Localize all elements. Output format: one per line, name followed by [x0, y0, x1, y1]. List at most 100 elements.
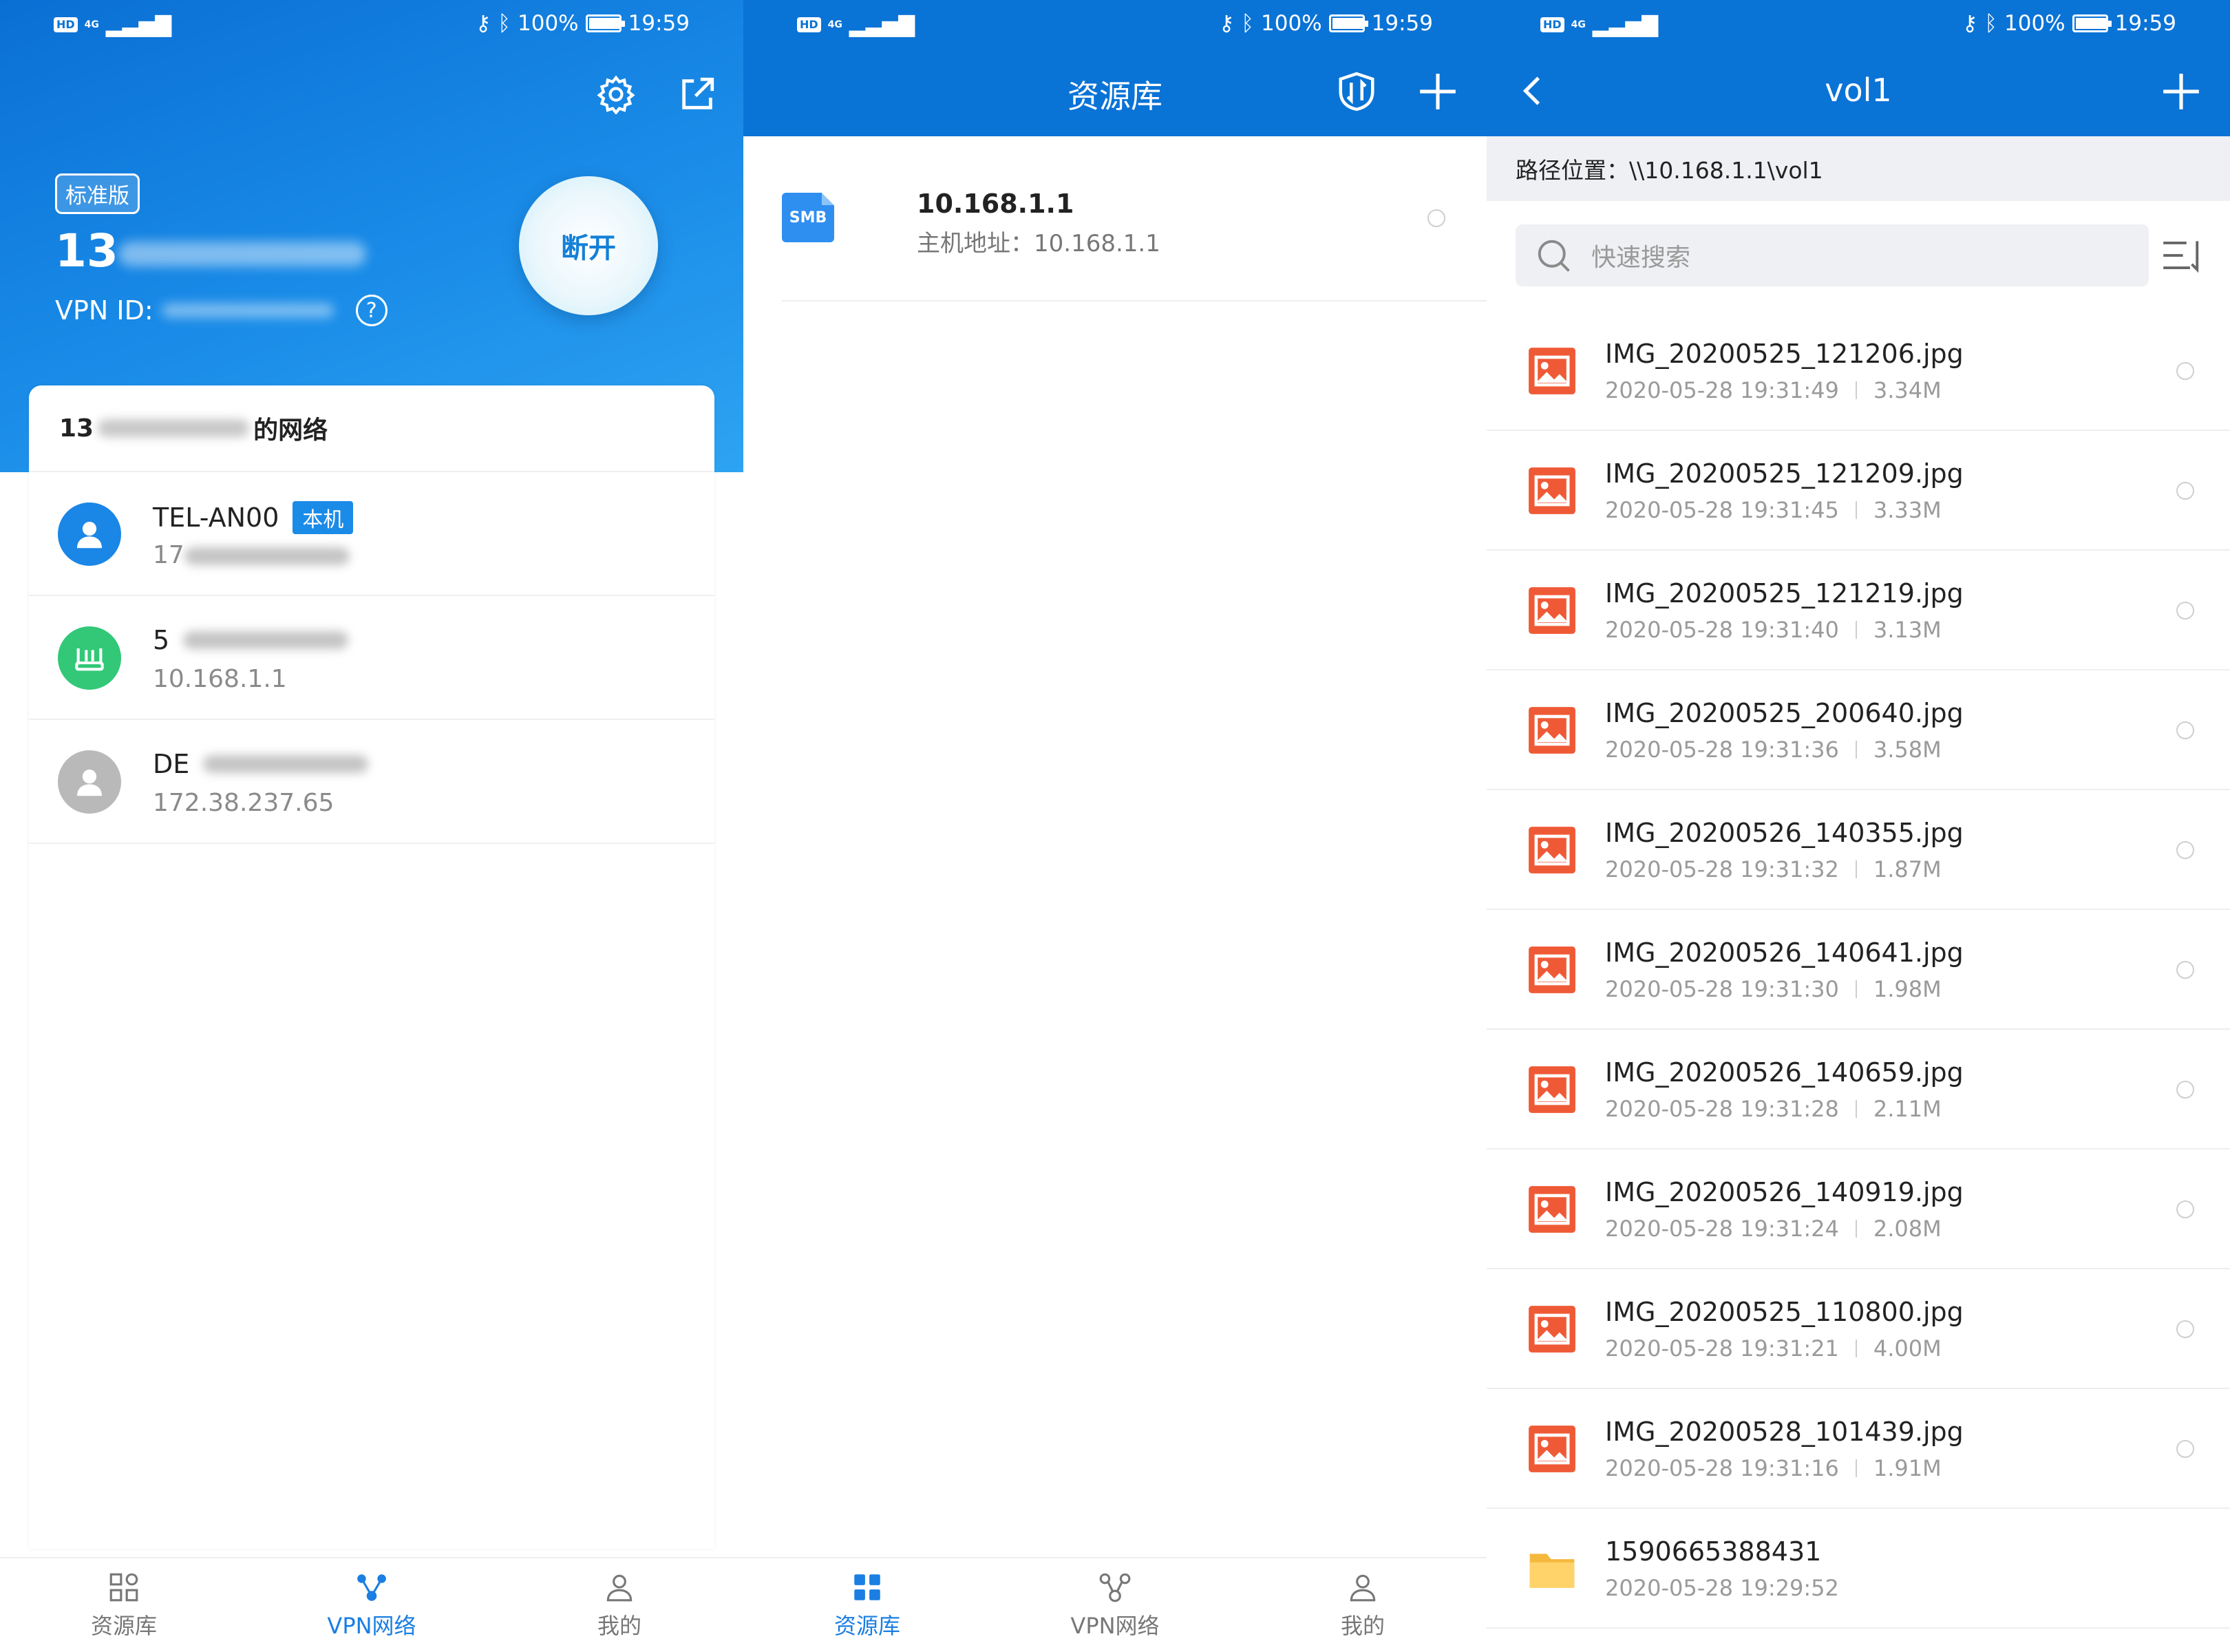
edition-badge: 标准版: [55, 173, 140, 214]
user-icon: [1350, 1574, 1376, 1602]
file-date: 2020-05-28 19:31:45: [1605, 497, 1839, 523]
select-radio[interactable]: [2176, 1081, 2194, 1099]
resource-name: 10.168.1.1: [917, 189, 1074, 219]
network-icon: [1099, 1573, 1131, 1602]
select-radio[interactable]: [2176, 1200, 2194, 1218]
file-date: 2020-05-28 19:31:32: [1605, 856, 1839, 882]
tab-mine[interactable]: 我的: [1239, 1558, 1487, 1652]
select-radio[interactable]: [2176, 362, 2194, 380]
file-date: 2020-05-28 19:31:21: [1605, 1335, 1839, 1362]
file-name: IMG_20200525_110800.jpg: [1605, 1297, 1964, 1327]
transfer-icon[interactable]: [1335, 70, 1378, 113]
bluetooth-icon: ᛒ: [498, 11, 511, 36]
account-number: 13: [55, 224, 366, 277]
file-size: 2.11M: [1873, 1096, 1942, 1122]
file-name: IMG_20200526_140659.jpg: [1605, 1057, 1964, 1088]
file-size: 3.34M: [1873, 377, 1942, 403]
folder-icon: [1529, 1554, 1575, 1588]
status-bar: HD 4G ▂▃▅▇ ⚷ ᛒ 100% 19:59: [1487, 0, 2230, 50]
select-radio[interactable]: [2176, 721, 2194, 739]
file-date: 2020-05-28 19:31:49: [1605, 377, 1839, 403]
device-name: DE: [153, 749, 190, 779]
network-title: 13 的网络: [29, 385, 714, 472]
hd-badge: HD: [797, 17, 821, 32]
file-name: IMG_20200526_140919.jpg: [1605, 1177, 1964, 1207]
image-file-icon: [1529, 1426, 1575, 1472]
tab-vpn-network[interactable]: VPN网络: [991, 1558, 1239, 1652]
this-device-tag: 本机: [293, 501, 354, 534]
file-row[interactable]: IMG_20200525_121209.jpg 2020-05-28 19:31:…: [1487, 431, 2230, 551]
file-name: IMG_20200525_121206.jpg: [1605, 339, 1964, 369]
file-row[interactable]: IMG_20200526_140919.jpg 2020-05-28 19:31:…: [1487, 1150, 2230, 1269]
image-file-icon: [1529, 467, 1575, 514]
bottom-tab-bar: 资源库 VPN网络 我的: [0, 1557, 743, 1652]
select-radio[interactable]: [2176, 602, 2194, 620]
folder-date: 2020-05-28 19:29:52: [1605, 1575, 1839, 1601]
battery-icon: [585, 14, 625, 32]
image-file-icon: [1529, 1306, 1575, 1353]
signal-bars-icon: ▂▃▅▇: [849, 12, 915, 37]
device-row[interactable]: 5 10.168.1.1: [29, 596, 714, 720]
battery-percent: 100%: [1261, 11, 1322, 36]
tab-library[interactable]: 资源库: [743, 1558, 991, 1652]
select-radio[interactable]: [2176, 1320, 2194, 1338]
file-row[interactable]: IMG_20200525_121206.jpg 2020-05-28 19:31:…: [1487, 311, 2230, 431]
device-row[interactable]: DE 172.38.237.65: [29, 720, 714, 844]
user-avatar-icon: [58, 502, 121, 566]
image-file-icon: [1529, 1186, 1575, 1233]
hd-badge: HD: [1540, 17, 1564, 32]
file-row[interactable]: IMG_20200526_140641.jpg 2020-05-28 19:31:…: [1487, 910, 2230, 1030]
file-row[interactable]: IMG_20200526_140355.jpg 2020-05-28 19:31:…: [1487, 790, 2230, 910]
key-icon: ⚷: [1218, 11, 1235, 36]
share-icon[interactable]: [677, 74, 717, 114]
search-input[interactable]: 快速搜索: [1516, 224, 2149, 286]
signal-bars-icon: ▂▃▅▇: [105, 12, 172, 37]
disconnect-button[interactable]: 断开: [519, 176, 658, 315]
file-meta: 2020-05-28 19:31:28 2.11M: [1605, 1096, 1942, 1122]
file-row[interactable]: IMG_20200525_200640.jpg 2020-05-28 19:31:…: [1487, 670, 2230, 790]
select-radio[interactable]: [2176, 961, 2194, 979]
user-icon: [606, 1574, 633, 1602]
file-date: 2020-05-28 19:31:36: [1605, 737, 1839, 763]
hd-badge: HD: [54, 17, 78, 32]
file-meta: 2020-05-28 19:31:32 1.87M: [1605, 856, 1942, 882]
plus-icon[interactable]: [2160, 70, 2202, 113]
sort-icon[interactable]: [2160, 234, 2202, 277]
tab-vpn-network[interactable]: VPN网络: [248, 1558, 496, 1652]
key-icon: ⚷: [475, 11, 491, 36]
file-name: IMG_20200526_140355.jpg: [1605, 818, 1964, 848]
file-row[interactable]: IMG_20200525_110800.jpg 2020-05-28 19:31:…: [1487, 1269, 2230, 1389]
file-name: IMG_20200525_121219.jpg: [1605, 578, 1964, 608]
select-radio[interactable]: [2176, 482, 2194, 500]
tab-library[interactable]: 资源库: [0, 1558, 248, 1652]
grid-icon: [854, 1574, 880, 1600]
file-size: 3.33M: [1873, 497, 1942, 523]
battery-icon: [2072, 14, 2112, 32]
file-row[interactable]: IMG_20200528_101439.jpg 2020-05-28 19:31:…: [1487, 1389, 2230, 1509]
battery-percent: 100%: [518, 11, 579, 36]
device-row[interactable]: TEL-AN00 本机 17: [29, 472, 714, 596]
file-size: 3.58M: [1873, 737, 1942, 763]
meta-separator: [1855, 501, 1857, 519]
device-ip: 17: [153, 541, 184, 569]
path-breadcrumb: 路径位置：\\10.168.1.1\vol1: [1487, 136, 2230, 201]
select-radio[interactable]: [2176, 1440, 2194, 1458]
vpn-network-screen: HD 4G ▂▃▅▇ ⚷ ᛒ 100% 19:59 标准版 13 VPN ID: ? 断开…: [0, 0, 743, 1652]
plus-icon[interactable]: [1416, 70, 1459, 113]
file-row[interactable]: IMG_20200526_140659.jpg 2020-05-28 19:31:…: [1487, 1030, 2230, 1150]
device-ip: 10.168.1.1: [153, 665, 287, 693]
select-radio[interactable]: [1427, 209, 1445, 227]
clock: 19:59: [628, 11, 690, 36]
help-icon[interactable]: ?: [355, 295, 387, 326]
settings-icon[interactable]: [596, 74, 636, 114]
select-radio[interactable]: [2176, 841, 2194, 859]
tab-mine[interactable]: 我的: [496, 1558, 743, 1652]
file-date: 2020-05-28 19:31:24: [1605, 1216, 1839, 1242]
meta-separator: [1855, 621, 1857, 639]
folder-name: 1590665388431: [1605, 1536, 1822, 1567]
resource-item[interactable]: SMB 10.168.1.1 主机地址：10.168.1.1: [782, 136, 1487, 301]
network-icon: [357, 1574, 386, 1601]
file-meta: 2020-05-28 19:31:45 3.33M: [1605, 497, 1942, 523]
file-row[interactable]: IMG_20200525_121219.jpg 2020-05-28 19:31:…: [1487, 551, 2230, 670]
folder-row[interactable]: 1590665388431 2020-05-28 19:29:52: [1487, 1509, 2230, 1629]
